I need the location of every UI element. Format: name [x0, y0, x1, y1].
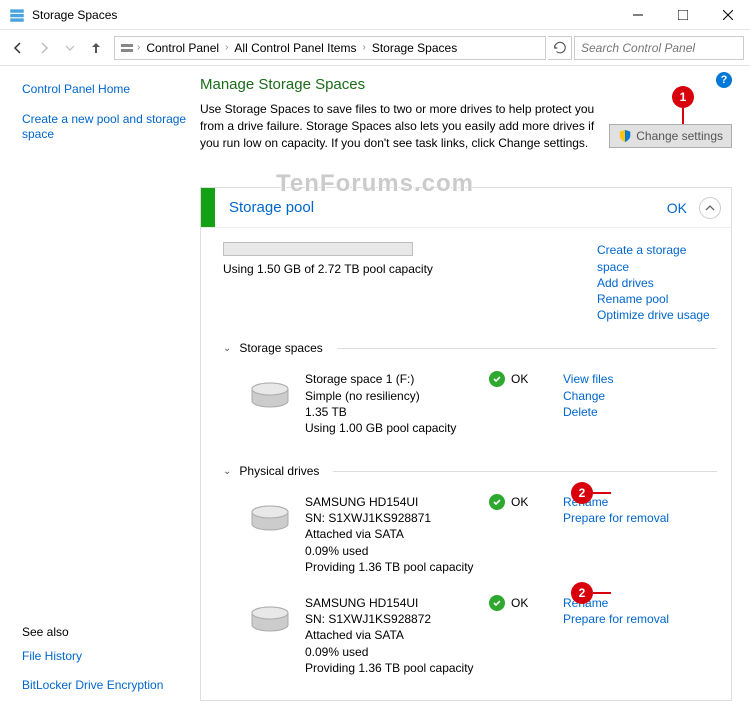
see-also-label: See also: [22, 625, 188, 639]
drive-used: 0.09% used: [305, 644, 475, 660]
minimize-button[interactable]: [615, 0, 660, 30]
add-drives-link[interactable]: Add drives: [597, 275, 717, 291]
annotation-2: 2: [571, 482, 593, 504]
annotation-line: [593, 592, 611, 594]
breadcrumb[interactable]: › Control Panel › All Control Panel Item…: [114, 36, 546, 60]
bitlocker-link[interactable]: BitLocker Drive Encryption: [22, 678, 188, 694]
help-icon[interactable]: ?: [716, 72, 732, 88]
prepare-removal-link[interactable]: Prepare for removal: [563, 510, 693, 526]
spaces-label: Storage spaces: [239, 341, 322, 355]
chevron-right-icon: ›: [362, 42, 365, 53]
drive-status: OK: [511, 495, 528, 509]
change-settings-label: Change settings: [636, 129, 723, 143]
window-title: Storage Spaces: [32, 8, 615, 22]
annotation-1: 1: [672, 86, 694, 108]
breadcrumb-item[interactable]: All Control Panel Items: [230, 41, 360, 55]
drive-sn: SN: S1XWJ1KS928872: [305, 611, 475, 627]
drive-status: OK: [511, 596, 528, 610]
chevron-down-icon: ⌄: [223, 343, 231, 354]
drive-providing: Providing 1.36 TB pool capacity: [305, 559, 475, 575]
change-settings-button[interactable]: Change settings: [609, 124, 732, 148]
prepare-removal-link[interactable]: Prepare for removal: [563, 611, 693, 627]
main-content: ? Manage Storage Spaces Use Storage Spac…: [200, 66, 750, 720]
space-name: Storage space 1 (F:): [305, 371, 475, 387]
drive-icon: [249, 381, 291, 411]
physical-drive-row: SAMSUNG HD154UI SN: S1XWJ1KS928871 Attac…: [223, 488, 717, 589]
drive-attach: Attached via SATA: [305, 627, 475, 643]
ok-icon: [489, 494, 505, 510]
chevron-down-icon: ⌄: [223, 466, 231, 477]
page-description: Use Storage Spaces to save files to two …: [200, 101, 600, 151]
space-usage: Using 1.00 GB pool capacity: [305, 420, 475, 436]
titlebar: Storage Spaces: [0, 0, 750, 30]
page-heading: Manage Storage Spaces: [200, 76, 732, 93]
drive-providing: Providing 1.36 TB pool capacity: [305, 660, 475, 676]
shield-icon: [618, 129, 632, 143]
drives-label: Physical drives: [239, 464, 319, 478]
annotation-line: [593, 492, 611, 494]
drive-icon: [249, 605, 291, 635]
chevron-right-icon: ›: [225, 42, 228, 53]
change-link[interactable]: Change: [563, 388, 693, 404]
capacity-text: Using 1.50 GB of 2.72 TB pool capacity: [223, 262, 579, 276]
chevron-right-icon: ›: [137, 42, 140, 53]
back-button[interactable]: [6, 36, 30, 60]
navbar: › Control Panel › All Control Panel Item…: [0, 30, 750, 66]
drive-name: SAMSUNG HD154UI: [305, 595, 475, 611]
physical-drive-row: SAMSUNG HD154UI SN: S1XWJ1KS928872 Attac…: [223, 589, 717, 690]
delete-link[interactable]: Delete: [563, 404, 693, 420]
drive-sn: SN: S1XWJ1KS928871: [305, 510, 475, 526]
annotation-2b: 2: [571, 582, 593, 604]
pool-name: Storage pool: [229, 199, 667, 216]
close-button[interactable]: [705, 0, 750, 30]
maximize-button[interactable]: [660, 0, 705, 30]
forward-button[interactable]: [32, 36, 56, 60]
sidebar: Control Panel Home Create a new pool and…: [0, 66, 200, 720]
up-button[interactable]: [84, 36, 108, 60]
recent-dropdown[interactable]: [58, 36, 82, 60]
optimize-link[interactable]: Optimize drive usage: [597, 307, 717, 323]
drive-used: 0.09% used: [305, 543, 475, 559]
drive-attach: Attached via SATA: [305, 526, 475, 542]
collapse-button[interactable]: [699, 197, 721, 219]
view-files-link[interactable]: View files: [563, 371, 693, 387]
breadcrumb-item[interactable]: Storage Spaces: [368, 41, 461, 55]
space-size: 1.35 TB: [305, 404, 475, 420]
control-panel-home-link[interactable]: Control Panel Home: [22, 82, 188, 98]
search-input[interactable]: Search Control Panel: [574, 36, 744, 60]
annotation-line: [682, 108, 684, 124]
drive-icon: [249, 504, 291, 534]
status-stripe: [201, 188, 215, 227]
space-type: Simple (no resiliency): [305, 388, 475, 404]
file-history-link[interactable]: File History: [22, 649, 188, 665]
drive-name: SAMSUNG HD154UI: [305, 494, 475, 510]
space-status: OK: [511, 372, 528, 386]
ok-icon: [489, 371, 505, 387]
pool-status: OK: [667, 200, 687, 216]
spaces-section-header[interactable]: ⌄ Storage spaces: [223, 341, 717, 355]
refresh-button[interactable]: [548, 36, 572, 60]
app-icon: [8, 6, 26, 24]
storage-space-row: Storage space 1 (F:) Simple (no resilien…: [223, 365, 717, 450]
drives-section-header[interactable]: ⌄ Physical drives: [223, 464, 717, 478]
create-pool-link[interactable]: Create a new pool and storage space: [22, 112, 188, 143]
drives-icon: [119, 40, 135, 56]
breadcrumb-item[interactable]: Control Panel: [142, 41, 223, 55]
create-space-link[interactable]: Create a storage space: [597, 242, 717, 274]
storage-pool-panel: Storage pool OK Using 1.50 GB of 2.72 TB…: [200, 187, 732, 701]
pool-header: Storage pool OK: [201, 188, 731, 228]
ok-icon: [489, 595, 505, 611]
rename-pool-link[interactable]: Rename pool: [597, 291, 717, 307]
capacity-progress: [223, 242, 413, 256]
